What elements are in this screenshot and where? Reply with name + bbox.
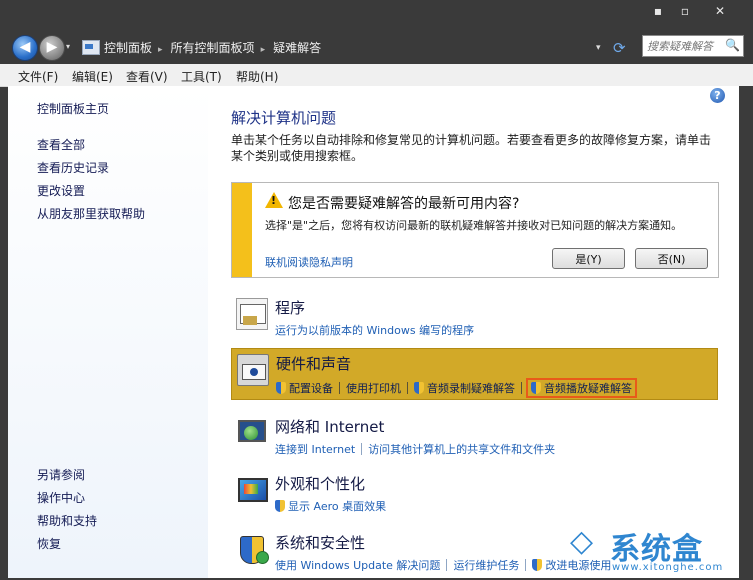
hardware-sound-icon [237, 354, 269, 386]
address-bar: ◀ ▶ ▾ 控制面板 ▸ 所有控制面板项 ▸ 疑难解答 ▾ ⟳ [0, 30, 753, 64]
programs-icon [236, 298, 268, 330]
system-security-icon [236, 533, 269, 565]
link-maintenance[interactable]: 运行维护任务 [453, 559, 519, 572]
uac-shield-icon [532, 559, 543, 571]
sidebar-link-settings[interactable]: 更改设置 [37, 182, 85, 199]
window-right-edge [739, 86, 753, 578]
sidebar-see-also-heading: 另请参阅 [37, 468, 86, 482]
watermark-url: www.xitonghe.com [612, 562, 724, 573]
category-appearance[interactable]: 外观和个性化 显示 Aero 桌面效果 [231, 469, 718, 521]
category-network[interactable]: 网络和 Internet 连接到 Internet 访问其他计算机上的共享文件和文… [231, 412, 718, 464]
category-title[interactable]: 网络和 Internet [275, 416, 384, 437]
link-divider [446, 559, 448, 571]
menu-edit[interactable]: 编辑(E) [72, 68, 113, 85]
sidebar-link-home[interactable]: 控制面板主页 [37, 100, 109, 117]
breadcrumb: 控制面板 ▸ 所有控制面板项 ▸ 疑难解答 [104, 39, 321, 56]
watermark-logo-icon: ◇ [570, 524, 594, 559]
category-title[interactable]: 系统和安全性 [275, 532, 365, 553]
page-intro: 单击某个任务以自动排除和修复常见的计算机问题。若要查看更多的故障修复方案，请单击… [231, 133, 712, 163]
sidebar-link-history[interactable]: 查看历史记录 [37, 159, 109, 176]
control-panel-icon [82, 40, 100, 55]
link-use-printer[interactable]: 使用打印机 [346, 382, 401, 395]
warning-icon [265, 192, 283, 208]
highlight-callout: 音频播放疑难解答 [526, 378, 637, 398]
sidebar-link-friend-help[interactable]: 从朋友那里获取帮助 [37, 205, 145, 222]
breadcrumb-item[interactable]: 所有控制面板项 [171, 41, 255, 55]
link-audio-recording[interactable]: 音频录制疑难解答 [427, 382, 515, 395]
link-run-older-programs[interactable]: 运行为以前版本的 Windows 编写的程序 [275, 324, 474, 337]
sidebar: 控制面板主页 查看全部 查看历史记录 更改设置 从朋友那里获取帮助 另请参阅 操… [8, 86, 208, 578]
menu-help[interactable]: 帮助(H) [236, 68, 278, 85]
category-title[interactable]: 程序 [275, 297, 305, 318]
sidebar-link-help-support[interactable]: 帮助和支持 [37, 512, 97, 529]
category-programs[interactable]: 程序 运行为以前版本的 Windows 编写的程序 [231, 293, 718, 345]
link-divider [339, 382, 340, 394]
link-aero-effects[interactable]: 显示 Aero 桌面效果 [288, 500, 386, 513]
link-connect-internet[interactable]: 连接到 Internet [275, 443, 355, 456]
category-title[interactable]: 硬件和声音 [276, 353, 351, 374]
title-bar: ▪ ▫ ✕ [0, 0, 753, 30]
back-button[interactable]: ◀ [12, 35, 38, 61]
link-windows-update[interactable]: 使用 Windows Update 解决问题 [275, 559, 440, 572]
back-arrow-icon: ◀ [19, 39, 31, 55]
no-button[interactable]: 否(N) [635, 248, 708, 269]
chevron-right-icon[interactable]: ▸ [158, 45, 163, 55]
menu-view[interactable]: 查看(V) [126, 68, 168, 85]
appearance-icon [236, 474, 268, 506]
search-icon[interactable]: 🔍 [725, 38, 740, 52]
notice-description: 选择"是"之后，您将有权访问最新的联机疑难解答并接收对已知问题的解决方案通知。 [265, 219, 683, 232]
history-dropdown-icon[interactable]: ▾ [66, 42, 70, 51]
link-configure-device[interactable]: 配置设备 [289, 382, 333, 395]
link-shared-files[interactable]: 访问其他计算机上的共享文件和文件夹 [368, 443, 555, 456]
update-notice: 您是否需要疑难解答的最新可用内容? 选择"是"之后，您将有权访问最新的联机疑难解… [231, 182, 719, 278]
maximize-button[interactable]: ▫ [675, 4, 695, 18]
category-hardware-sound[interactable]: 硬件和声音 配置设备 使用打印机 音频录制疑难解答 音频播放疑难解答 [231, 348, 718, 400]
network-icon [236, 417, 268, 449]
link-divider [521, 382, 522, 394]
menu-file[interactable]: 文件(F) [18, 68, 58, 85]
close-button[interactable]: ✕ [710, 4, 730, 18]
category-links: 使用 Windows Update 解决问题 运行维护任务 改进电源使用 [275, 557, 611, 573]
menu-bar: 文件(F) 编辑(E) 查看(V) 工具(T) 帮助(H) [0, 64, 753, 87]
menu-tools[interactable]: 工具(T) [181, 68, 222, 85]
watermark: ◇ 系统盒 www.xitonghe.com [570, 520, 740, 578]
notice-accent-bar [232, 183, 252, 277]
uac-shield-icon [414, 382, 424, 394]
chevron-right-icon[interactable]: ▸ [261, 45, 266, 55]
link-audio-playback[interactable]: 音频播放疑难解答 [544, 382, 632, 395]
minimize-button[interactable]: ▪ [648, 4, 668, 18]
sidebar-link-recovery[interactable]: 恢复 [37, 535, 61, 552]
uac-shield-icon [531, 382, 541, 394]
uac-shield-icon [275, 500, 285, 512]
sidebar-link-action-center[interactable]: 操作中心 [37, 489, 85, 506]
help-icon[interactable]: ? [710, 88, 725, 103]
main-content: ? 解决计算机问题 单击某个任务以自动排除和修复常见的计算机问题。若要查看更多的… [208, 86, 739, 578]
category-links: 运行为以前版本的 Windows 编写的程序 [275, 322, 474, 338]
category-title[interactable]: 外观和个性化 [275, 473, 365, 494]
notice-question: 您是否需要疑难解答的最新可用内容? [288, 196, 520, 212]
page-title: 解决计算机问题 [231, 109, 337, 127]
yes-button[interactable]: 是(Y) [552, 248, 625, 269]
sidebar-link-view-all[interactable]: 查看全部 [37, 136, 85, 153]
link-divider [407, 382, 408, 394]
breadcrumb-item[interactable]: 控制面板 [104, 41, 152, 55]
refresh-icon[interactable]: ⟳ [613, 39, 626, 57]
link-divider [525, 559, 527, 571]
category-links: 配置设备 使用打印机 音频录制疑难解答 音频播放疑难解答 [276, 378, 637, 398]
search-box: 🔍 [642, 35, 744, 57]
category-links: 显示 Aero 桌面效果 [275, 498, 386, 514]
address-dropdown-icon[interactable]: ▾ [596, 43, 601, 53]
uac-shield-icon [276, 382, 286, 394]
forward-button[interactable]: ▶ [39, 35, 65, 61]
breadcrumb-item[interactable]: 疑难解答 [273, 41, 321, 55]
link-divider [361, 443, 363, 455]
forward-arrow-icon: ▶ [46, 39, 58, 55]
search-input[interactable] [647, 37, 729, 55]
category-links: 连接到 Internet 访问其他计算机上的共享文件和文件夹 [275, 441, 555, 457]
privacy-link[interactable]: 联机阅读隐私声明 [265, 254, 353, 270]
